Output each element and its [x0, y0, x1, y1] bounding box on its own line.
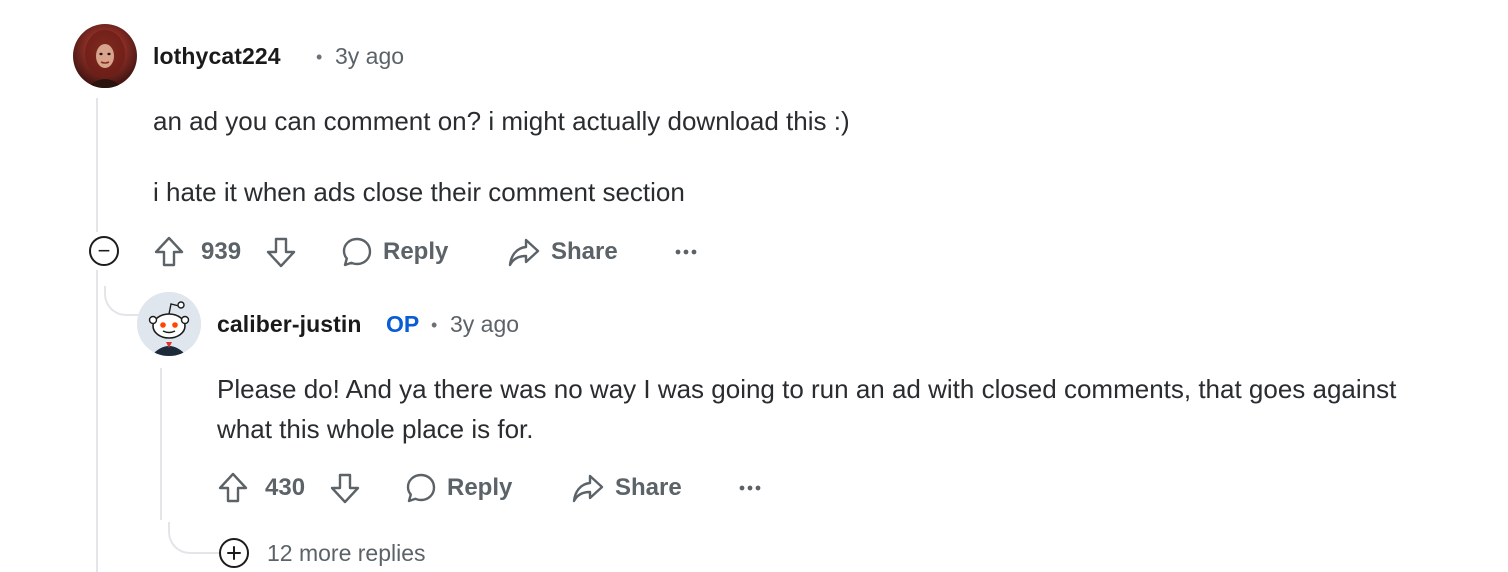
thread-elbow-reply	[104, 286, 142, 316]
reply-body: Please do! And ya there was no way I was…	[217, 374, 1397, 444]
user-portrait-icon	[85, 30, 125, 88]
speech-bubble-icon	[341, 236, 373, 268]
downvote-arrow-icon[interactable]	[329, 471, 361, 505]
comment-paragraph-2: i hate it when ads close their comment s…	[153, 177, 685, 207]
thread-line-root-lower[interactable]	[96, 270, 98, 572]
ellipsis-icon	[739, 485, 761, 491]
share-arrow-icon	[507, 236, 541, 268]
more-replies-link[interactable]: 12 more replies	[267, 540, 426, 567]
reply-button[interactable]: Reply	[341, 236, 448, 268]
vote-count: 939	[201, 238, 242, 265]
reply-label: Reply	[447, 474, 513, 501]
more-options-button[interactable]	[734, 472, 766, 504]
share-label: Share	[551, 238, 618, 265]
minus-circle-icon: −	[97, 238, 111, 263]
op-badge: OP	[386, 311, 420, 337]
plus-circle-icon	[227, 546, 241, 560]
share-button[interactable]: Share	[507, 236, 618, 268]
more-options-button[interactable]	[670, 236, 702, 268]
comment-timestamp[interactable]: 3y ago	[335, 43, 404, 70]
reply-button[interactable]: Reply	[405, 472, 512, 504]
meta-separator: •	[431, 315, 438, 335]
avatar[interactable]	[137, 292, 201, 356]
share-arrow-icon	[571, 472, 605, 504]
upvote-arrow-icon[interactable]	[217, 471, 249, 505]
comment-paragraph-1: an ad you can comment on? i might actual…	[153, 106, 850, 136]
ellipsis-icon	[675, 249, 697, 255]
reply-username[interactable]: caliber-justin	[217, 311, 362, 338]
collapse-thread-button[interactable]: −	[89, 236, 119, 266]
share-button[interactable]: Share	[571, 472, 682, 504]
meta-separator: •	[316, 47, 323, 67]
reply-label: Reply	[383, 238, 449, 265]
snoo-mascot-icon	[137, 292, 201, 356]
comment-thread: lothycat224 • 3y ago an ad you can comme…	[0, 0, 1508, 572]
comment-username[interactable]: lothycat224	[153, 43, 281, 70]
avatar[interactable]	[73, 24, 137, 88]
speech-bubble-icon	[405, 472, 437, 504]
downvote-arrow-icon[interactable]	[265, 235, 297, 269]
reply-timestamp[interactable]: 3y ago	[450, 311, 519, 338]
thread-line-reply[interactable]	[160, 368, 162, 520]
upvote-arrow-icon[interactable]	[153, 235, 185, 269]
share-label: Share	[615, 474, 682, 501]
vote-count: 430	[265, 474, 306, 501]
thread-elbow-more	[168, 522, 222, 554]
thread-line-root[interactable]	[96, 98, 98, 232]
expand-replies-button[interactable]	[219, 538, 249, 568]
